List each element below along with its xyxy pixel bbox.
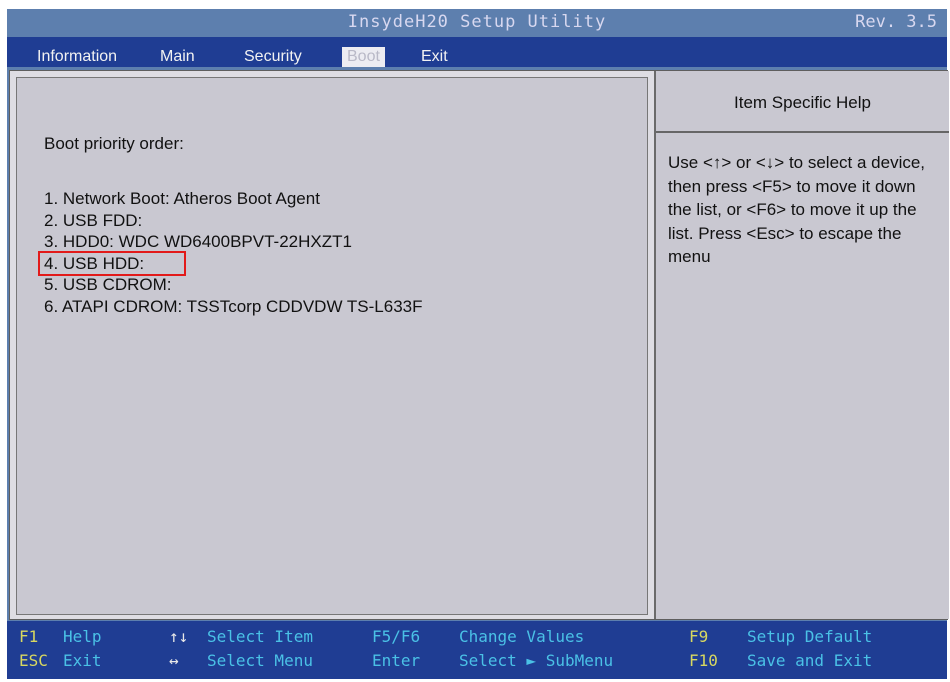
up-down-arrows-icon: ↑↓ (169, 627, 189, 646)
f10-key-label: F10 (689, 651, 718, 670)
left-right-arrow-icon: ↔ (169, 651, 179, 670)
setup-default-desc: Setup Default (747, 627, 873, 646)
content-area: Boot priority order: 1. Network Boot: At… (9, 70, 949, 620)
boot-item-usb-hdd[interactable]: 4. USB HDD: (38, 250, 186, 276)
enter-key-label: Enter (372, 651, 421, 670)
window-title: InsydeH20 Setup Utility (347, 12, 607, 32)
help-text: Use <↑> or <↓> to select a device, then … (668, 153, 926, 266)
help-divider (656, 131, 949, 133)
tab-boot[interactable]: Boot (342, 47, 385, 67)
boot-options-pane: Boot priority order: 1. Network Boot: At… (16, 77, 648, 615)
select-item-desc: Select Item (207, 627, 313, 646)
bios-window: InsydeH20 Setup Utility Rev. 3.5 Informa… (7, 9, 949, 679)
tab-information[interactable]: Information (32, 47, 122, 67)
tab-main[interactable]: Main (155, 47, 200, 67)
help-title: Item Specific Help (734, 93, 871, 112)
select-submenu-desc: Select ► SubMenu (459, 651, 614, 670)
f9-key-label: F9 (689, 627, 709, 646)
tab-security[interactable]: Security (239, 47, 307, 67)
f5-f6-key-label: F5/F6 (372, 627, 421, 646)
boot-item-usb-cdrom[interactable]: 5. USB CDROM: (44, 274, 423, 296)
change-values-desc: Change Values (459, 627, 585, 646)
boot-priority-list: 1. Network Boot: Atheros Boot Agent 2. U… (38, 188, 423, 318)
help-pane: Item Specific Help Use <↑> or <↓> to sel… (654, 71, 949, 619)
esc-key-label: ESC (19, 651, 48, 670)
boot-item-network[interactable]: 1. Network Boot: Atheros Boot Agent (44, 188, 423, 210)
boot-priority-heading: Boot priority order: (44, 134, 184, 153)
title-bar: InsydeH20 Setup Utility Rev. 3.5 (7, 9, 947, 37)
revision-label: Rev. 3.5 (855, 12, 937, 32)
boot-item-atapi-cdrom[interactable]: 6. ATAPI CDROM: TSSTcorp CDDVDW TS-L633F (44, 296, 423, 318)
boot-item-hdd0[interactable]: 3. HDD0: WDC WD6400BPVT-22HXZT1 (44, 231, 423, 253)
exit-desc: Exit (63, 651, 102, 670)
f1-help-desc: Help (63, 627, 102, 646)
f1-key-label: F1 (19, 627, 39, 646)
tab-exit[interactable]: Exit (416, 47, 453, 67)
boot-item-usb-hdd-row: 4. USB HDD: (38, 250, 423, 276)
select-menu-desc: Select Menu (207, 651, 313, 670)
menu-bar: Information Main Security Boot Exit (7, 37, 947, 67)
key-legend-bar: F1 Help ↑↓ Select Item F5/F6 Change Valu… (7, 621, 947, 679)
save-and-exit-desc: Save and Exit (747, 651, 873, 670)
boot-item-usb-fdd[interactable]: 2. USB FDD: (44, 210, 423, 232)
